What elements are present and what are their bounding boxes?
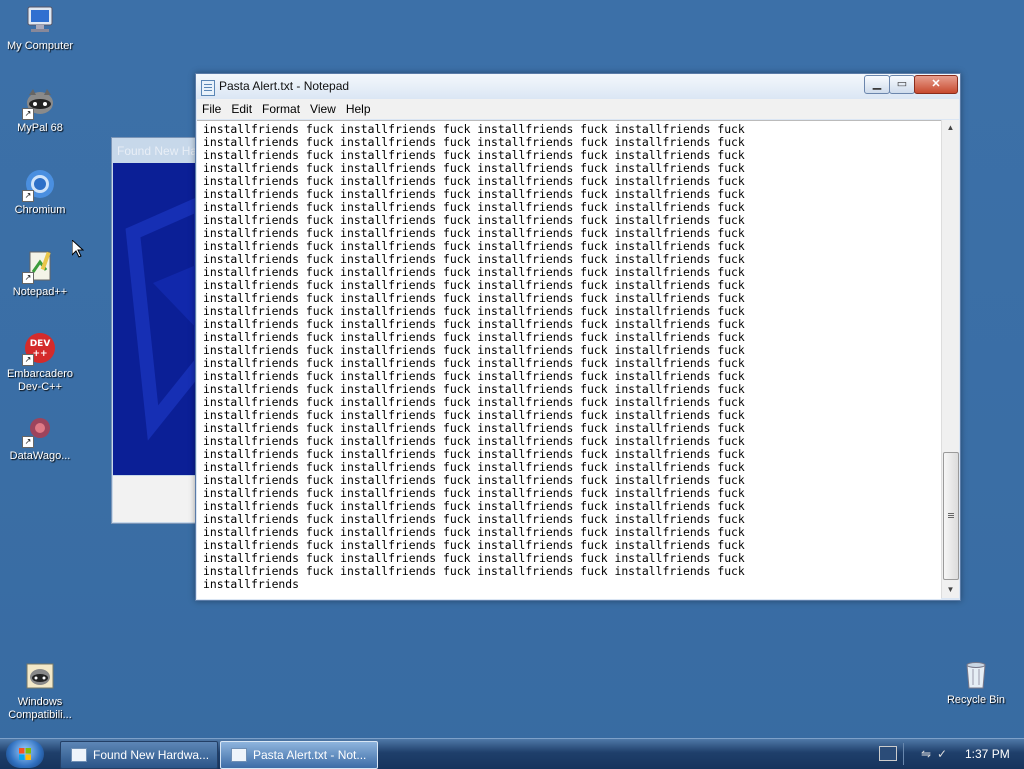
desktop-icon-label: Embarcadero Dev-C++ bbox=[6, 368, 74, 393]
desktop-icon-label: Windows Compatibili... bbox=[8, 696, 72, 721]
desktop-icon-label: Notepad++ bbox=[12, 286, 68, 298]
desktop-icon-datawagon[interactable]: ↗ DataWago... bbox=[2, 414, 78, 463]
wizard-banner-image bbox=[113, 163, 201, 475]
text-editor-area[interactable]: installfriends fuck installfriends fuck … bbox=[197, 120, 941, 599]
desktop-icon-devcpp[interactable]: DEV ++ ↗ Embarcadero Dev-C++ bbox=[2, 332, 78, 394]
shortcut-arrow-icon: ↗ bbox=[22, 190, 34, 202]
window-title: Found New Ha... bbox=[117, 144, 202, 158]
raccoon-browser-icon: ↗ bbox=[22, 86, 56, 120]
taskbar-button-label: Found New Hardwa... bbox=[93, 748, 210, 762]
desktop-icon-windows-compatibility[interactable]: Windows Compatibili... bbox=[2, 660, 78, 722]
notepad-app-icon bbox=[201, 80, 215, 96]
scrollbar-thumb[interactable] bbox=[943, 452, 959, 580]
taskbar: Found New Hardwa... Pasta Alert.txt - No… bbox=[0, 738, 1024, 769]
devcpp-icon: DEV ++ ↗ bbox=[22, 332, 56, 366]
taskbar-button-notepad[interactable]: Pasta Alert.txt - Not... bbox=[220, 741, 378, 769]
menu-bar: File Edit Format View Help bbox=[197, 99, 959, 119]
desktop-icon-recycle-bin[interactable]: Recycle Bin bbox=[938, 658, 1014, 707]
desktop-icon-chromium[interactable]: ↗ Chromium bbox=[2, 168, 78, 217]
menu-format[interactable]: Format bbox=[257, 99, 305, 116]
menu-file[interactable]: File bbox=[197, 99, 226, 116]
found-new-hardware-window[interactable]: Found New Ha... bbox=[111, 137, 203, 524]
taskbar-button-found-new-hardware[interactable]: Found New Hardwa... bbox=[60, 741, 218, 769]
svg-text:++: ++ bbox=[32, 349, 47, 359]
mouse-cursor-icon bbox=[71, 238, 85, 258]
minimize-button[interactable]: ▁ bbox=[864, 75, 890, 94]
grip-icon bbox=[948, 513, 954, 514]
close-icon: ✕ bbox=[931, 78, 941, 90]
network-icon[interactable]: ⇋ bbox=[921, 747, 931, 761]
desktop-icon-label: MyPal 68 bbox=[17, 122, 63, 134]
shortcut-arrow-icon: ↗ bbox=[22, 354, 34, 366]
start-button[interactable] bbox=[6, 740, 44, 768]
shortcut-arrow-icon: ↗ bbox=[22, 108, 34, 120]
system-tray: ⇋ ✓ 1:37 PM bbox=[873, 739, 1024, 769]
recycle-bin-icon bbox=[960, 658, 992, 690]
notepad-app-icon bbox=[231, 747, 247, 762]
svg-text:DEV: DEV bbox=[30, 339, 51, 349]
shortcut-arrow-icon: ↗ bbox=[22, 436, 34, 448]
title-bar[interactable]: Pasta Alert.txt - Notepad ▁ ▭ ✕ bbox=[196, 74, 960, 99]
maximize-button[interactable]: ▭ bbox=[889, 75, 915, 94]
desktop-icon-notepadpp[interactable]: ↗ Notepad++ bbox=[2, 250, 78, 299]
document-text: installfriends fuck installfriends fuck … bbox=[203, 122, 745, 591]
desktop-icon-label: DataWago... bbox=[9, 450, 71, 462]
computer-icon bbox=[24, 4, 56, 36]
close-button[interactable]: ✕ bbox=[914, 75, 958, 94]
wizard-footer bbox=[113, 476, 201, 522]
volume-icon[interactable]: ✓ bbox=[937, 747, 947, 761]
desktop-icon-label: Recycle Bin bbox=[946, 694, 1006, 706]
menu-view[interactable]: View bbox=[305, 99, 341, 116]
windows-logo-icon bbox=[19, 748, 31, 760]
notepadpp-icon: ↗ bbox=[22, 250, 56, 284]
raccoon-compat-icon bbox=[24, 660, 56, 692]
chromium-icon: ↗ bbox=[22, 168, 56, 202]
vertical-scrollbar[interactable]: ▲ ▼ bbox=[941, 120, 959, 598]
scroll-down-arrow-icon[interactable]: ▼ bbox=[942, 582, 959, 598]
window-title: Pasta Alert.txt - Notepad bbox=[219, 79, 350, 93]
menu-edit[interactable]: Edit bbox=[226, 99, 257, 116]
keyboard-icon[interactable] bbox=[879, 746, 897, 761]
shortcut-arrow-icon: ↗ bbox=[22, 272, 34, 284]
notepad-window[interactable]: Pasta Alert.txt - Notepad ▁ ▭ ✕ File Edit… bbox=[195, 73, 961, 601]
datawagon-icon: ↗ bbox=[22, 414, 56, 448]
desktop-icon-my-computer[interactable]: My Computer bbox=[2, 4, 78, 53]
desktop-icon-mypal[interactable]: ↗ MyPal 68 bbox=[2, 86, 78, 135]
scroll-up-arrow-icon[interactable]: ▲ bbox=[942, 120, 959, 136]
desktop-icon-label: My Computer bbox=[6, 40, 74, 52]
maximize-icon: ▭ bbox=[896, 78, 908, 90]
window-icon bbox=[71, 747, 87, 762]
tray-divider bbox=[903, 743, 904, 765]
minimize-icon: ▁ bbox=[872, 78, 882, 90]
desktop-icon-label: Chromium bbox=[14, 204, 66, 216]
menu-help[interactable]: Help bbox=[341, 99, 376, 116]
taskbar-button-label: Pasta Alert.txt - Not... bbox=[253, 748, 367, 762]
clock[interactable]: 1:37 PM bbox=[965, 747, 1010, 761]
